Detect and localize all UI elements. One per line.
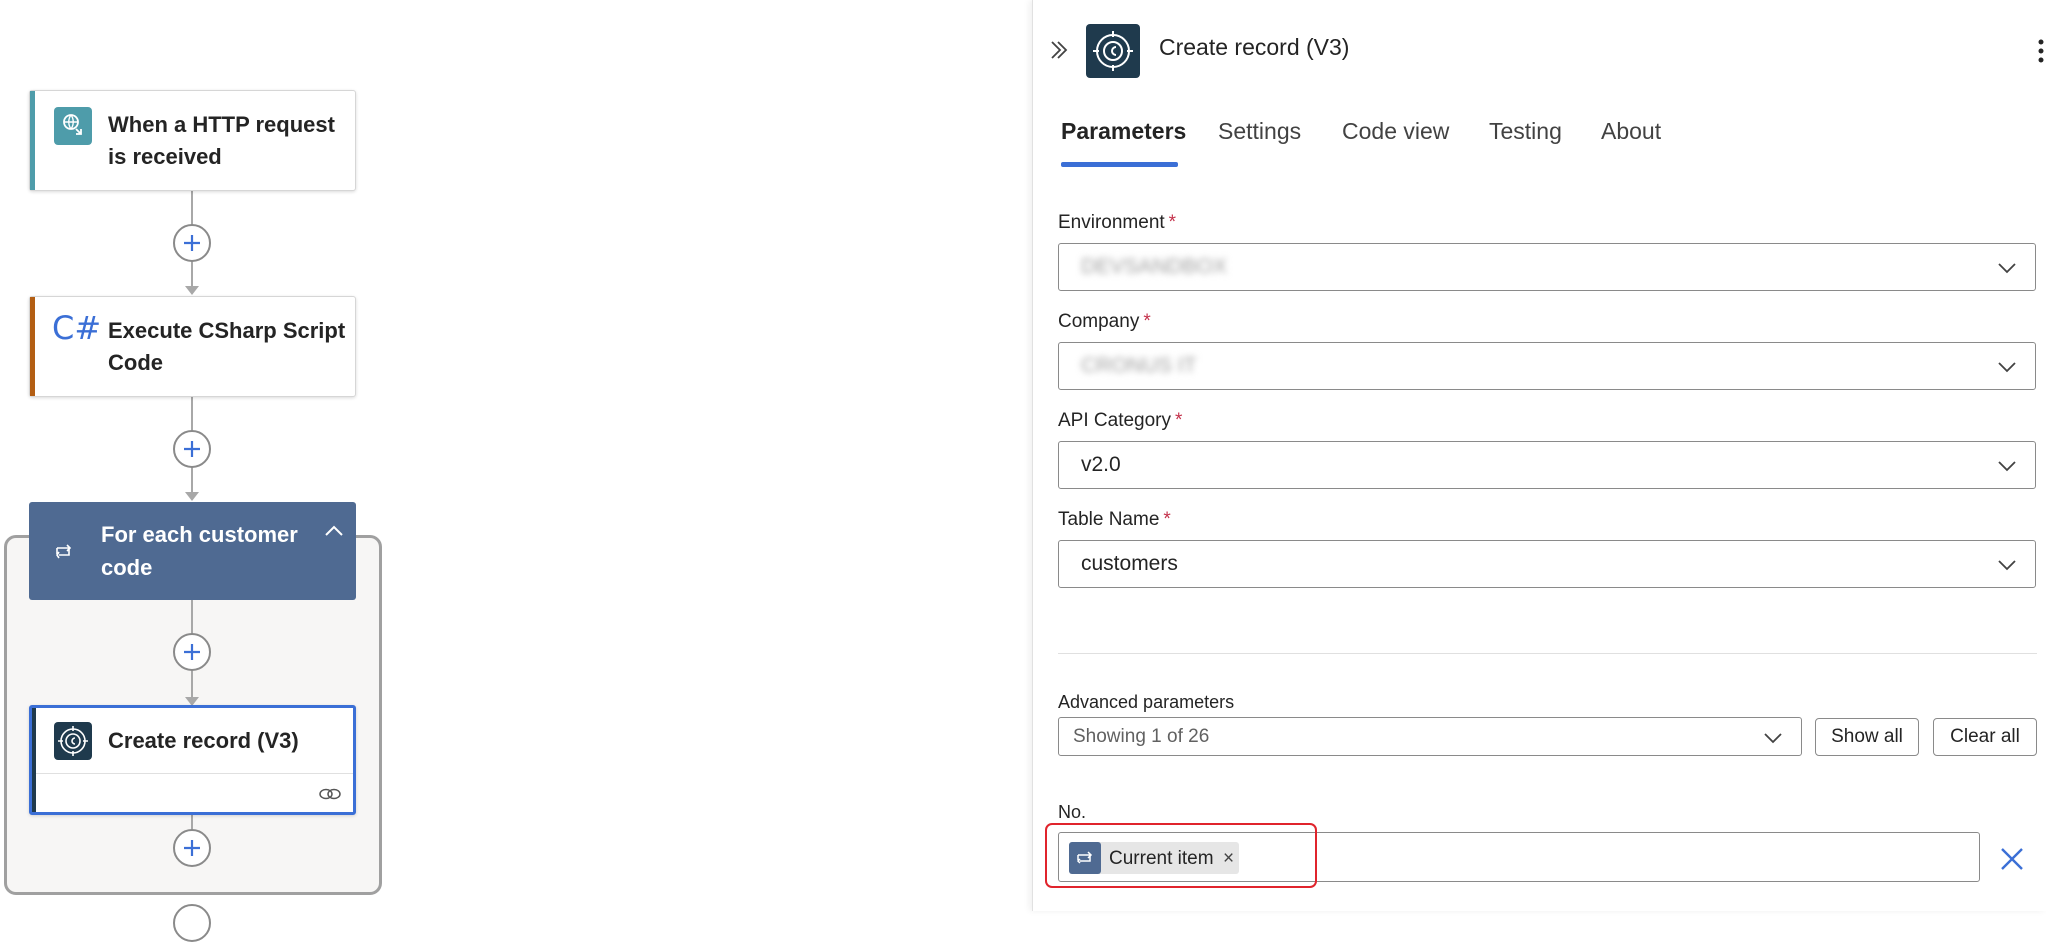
http-request-icon xyxy=(54,107,92,145)
double-chevron-right-icon[interactable] xyxy=(1047,38,1071,62)
advanced-parameters-dropdown[interactable]: Showing 1 of 26 xyxy=(1058,717,1802,756)
tab-settings[interactable]: Settings xyxy=(1218,118,1301,145)
panel-title: Create record (V3) xyxy=(1159,34,1350,60)
trigger-card-title: When a HTTP request is received xyxy=(108,112,335,169)
chevron-up-icon[interactable] xyxy=(324,524,344,538)
more-vertical-icon[interactable] xyxy=(2037,38,2045,64)
add-step-button[interactable] xyxy=(173,430,211,468)
tab-code-view[interactable]: Code view xyxy=(1342,118,1449,145)
action-details-panel: Create record (V3) Parameters Settings C… xyxy=(1032,0,2046,911)
link-icon xyxy=(319,788,341,800)
api-category-value: v2.0 xyxy=(1081,453,1121,476)
dataverse-icon xyxy=(54,722,92,760)
csharp-icon: C# xyxy=(52,309,102,347)
required-marker: * xyxy=(1143,311,1151,332)
arrow-icon xyxy=(185,492,199,501)
advanced-parameters-label: Advanced parameters xyxy=(1058,692,1235,712)
table-name-value: customers xyxy=(1081,552,1178,575)
card-accent-bar xyxy=(30,91,35,190)
card-divider xyxy=(36,773,353,774)
highlight-annotation xyxy=(1045,823,1317,888)
create-record-card-title: Create record (V3) xyxy=(108,728,299,753)
table-name-label: Table Name * xyxy=(1058,509,1171,530)
clear-all-button[interactable]: Clear all xyxy=(1933,718,2037,756)
plus-icon xyxy=(184,644,200,660)
csharp-card[interactable]: C# Execute CSharp Script Code xyxy=(29,296,356,397)
chevron-down-icon xyxy=(1998,362,2016,373)
table-name-dropdown[interactable]: customers xyxy=(1058,540,2036,588)
environment-dropdown[interactable]: DEVSANDBOX xyxy=(1058,243,2036,291)
card-accent-bar xyxy=(30,297,35,396)
trigger-card[interactable]: When a HTTP request is received xyxy=(29,90,356,191)
designer-canvas: When a HTTP request is received C# Execu… xyxy=(0,0,1032,942)
card-accent-bar xyxy=(32,708,36,812)
add-step-button[interactable] xyxy=(173,904,211,942)
active-tab-indicator xyxy=(1061,162,1178,167)
no-field-label: No. xyxy=(1058,802,1087,822)
plus-icon xyxy=(184,840,200,856)
add-step-button[interactable] xyxy=(173,829,211,867)
loop-icon xyxy=(56,544,72,559)
api-category-label: API Category * xyxy=(1058,410,1183,431)
create-record-card[interactable]: Create record (V3) xyxy=(29,705,356,815)
arrow-icon xyxy=(185,286,199,295)
chevron-down-icon xyxy=(1764,733,1782,744)
add-step-button[interactable] xyxy=(173,633,211,671)
company-dropdown[interactable]: CRONUS IT xyxy=(1058,342,2036,390)
plus-icon xyxy=(184,235,200,251)
tab-parameters[interactable]: Parameters xyxy=(1061,118,1186,145)
dataverse-icon xyxy=(1093,31,1133,71)
add-step-button[interactable] xyxy=(173,224,211,262)
tab-about[interactable]: About xyxy=(1601,118,1661,145)
api-category-dropdown[interactable]: v2.0 xyxy=(1058,441,2036,489)
company-label: Company * xyxy=(1058,311,1151,332)
show-all-button[interactable]: Show all xyxy=(1815,718,1919,756)
loop-card[interactable]: For each customer code xyxy=(29,502,356,600)
advanced-parameters-value: Showing 1 of 26 xyxy=(1073,726,1210,747)
tab-testing[interactable]: Testing xyxy=(1489,118,1562,145)
chevron-down-icon xyxy=(1998,461,2016,472)
loop-card-title: For each customer code xyxy=(101,522,298,580)
environment-value: DEVSANDBOX xyxy=(1081,255,1227,278)
environment-label: Environment * xyxy=(1058,212,1177,233)
company-value: CRONUS IT xyxy=(1081,354,1197,377)
required-marker: * xyxy=(1175,410,1183,431)
required-marker: * xyxy=(1168,212,1177,233)
required-marker: * xyxy=(1163,509,1171,530)
plus-icon xyxy=(184,441,200,457)
section-divider xyxy=(1058,653,2037,654)
chevron-down-icon xyxy=(1998,263,2016,274)
panel-connector-icon xyxy=(1086,24,1140,78)
chevron-down-icon xyxy=(1998,560,2016,571)
close-icon[interactable] xyxy=(1999,846,2025,872)
csharp-card-title: Execute CSharp Script Code xyxy=(108,318,346,375)
